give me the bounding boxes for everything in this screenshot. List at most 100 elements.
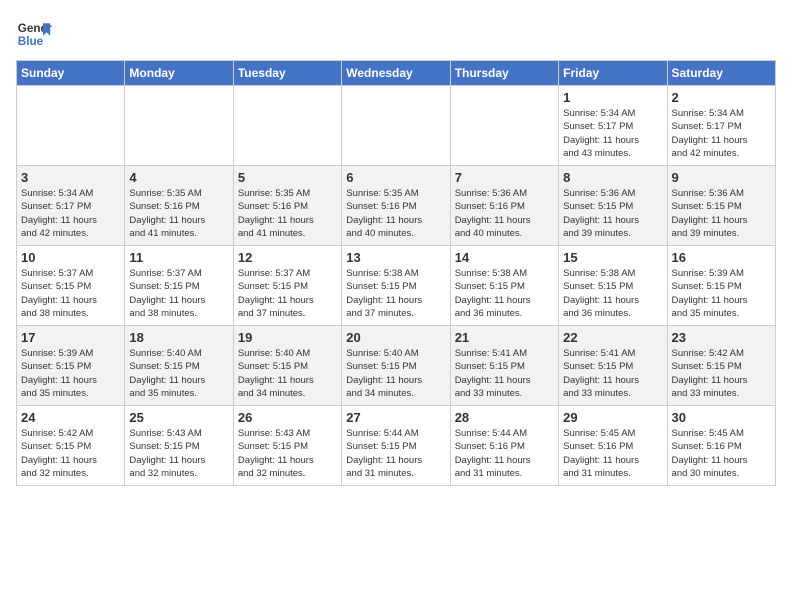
calendar-body: 1 Sunrise: 5:34 AM Sunset: 5:17 PM Daylig… [17, 86, 776, 486]
calendar-table: SundayMondayTuesdayWednesdayThursdayFrid… [16, 60, 776, 486]
day-info: Sunrise: 5:45 AM Sunset: 5:16 PM Dayligh… [563, 427, 662, 480]
day-number: 8 [563, 170, 662, 185]
calendar-day-cell [450, 86, 558, 166]
calendar-day-cell: 13 Sunrise: 5:38 AM Sunset: 5:15 PM Dayli… [342, 246, 450, 326]
day-number: 22 [563, 330, 662, 345]
calendar-day-cell: 16 Sunrise: 5:39 AM Sunset: 5:15 PM Dayli… [667, 246, 775, 326]
calendar-day-cell: 5 Sunrise: 5:35 AM Sunset: 5:16 PM Daylig… [233, 166, 341, 246]
day-number: 23 [672, 330, 771, 345]
day-number: 7 [455, 170, 554, 185]
day-info: Sunrise: 5:35 AM Sunset: 5:16 PM Dayligh… [346, 187, 445, 240]
logo-icon: General Blue [16, 16, 52, 52]
logo: General Blue [16, 16, 52, 52]
day-number: 21 [455, 330, 554, 345]
weekday-header-cell: Tuesday [233, 61, 341, 86]
calendar-day-cell: 12 Sunrise: 5:37 AM Sunset: 5:15 PM Dayli… [233, 246, 341, 326]
calendar-day-cell: 20Sunrise: 5:40 AM Sunset: 5:15 PM Dayli… [342, 326, 450, 406]
day-number: 1 [563, 90, 662, 105]
day-info: Sunrise: 5:35 AM Sunset: 5:16 PM Dayligh… [238, 187, 337, 240]
day-number: 5 [238, 170, 337, 185]
calendar-day-cell: 15 Sunrise: 5:38 AM Sunset: 5:15 PM Dayli… [559, 246, 667, 326]
day-number: 25 [129, 410, 228, 425]
calendar-week-row: 1 Sunrise: 5:34 AM Sunset: 5:17 PM Daylig… [17, 86, 776, 166]
day-info: Sunrise: 5:38 AM Sunset: 5:15 PM Dayligh… [563, 267, 662, 320]
day-info: Sunrise: 5:39 AM Sunset: 5:15 PM Dayligh… [672, 267, 771, 320]
day-info: Sunrise: 5:36 AM Sunset: 5:16 PM Dayligh… [455, 187, 554, 240]
calendar-day-cell: 25 Sunrise: 5:43 AM Sunset: 5:15 PM Dayli… [125, 406, 233, 486]
day-info: Sunrise: 5:40 AM Sunset: 5:15 PM Dayligh… [238, 347, 337, 400]
calendar-day-cell: 14 Sunrise: 5:38 AM Sunset: 5:15 PM Dayli… [450, 246, 558, 326]
day-info: Sunrise: 5:42 AM Sunset: 5:15 PM Dayligh… [21, 427, 120, 480]
day-number: 2 [672, 90, 771, 105]
calendar-week-row: 17 Sunrise: 5:39 AM Sunset: 5:15 PM Dayli… [17, 326, 776, 406]
day-info: Sunrise: 5:37 AM Sunset: 5:15 PM Dayligh… [129, 267, 228, 320]
calendar-day-cell: 10Sunrise: 5:37 AM Sunset: 5:15 PM Dayli… [17, 246, 125, 326]
day-number: 14 [455, 250, 554, 265]
day-info: Sunrise: 5:43 AM Sunset: 5:15 PM Dayligh… [238, 427, 337, 480]
day-info: Sunrise: 5:34 AM Sunset: 5:17 PM Dayligh… [672, 107, 771, 160]
day-number: 24 [21, 410, 120, 425]
calendar-day-cell: 23 Sunrise: 5:42 AM Sunset: 5:15 PM Dayli… [667, 326, 775, 406]
calendar-day-cell: 4 Sunrise: 5:35 AM Sunset: 5:16 PM Daylig… [125, 166, 233, 246]
calendar-day-cell: 17 Sunrise: 5:39 AM Sunset: 5:15 PM Dayli… [17, 326, 125, 406]
day-number: 17 [21, 330, 120, 345]
day-number: 13 [346, 250, 445, 265]
day-info: Sunrise: 5:42 AM Sunset: 5:15 PM Dayligh… [672, 347, 771, 400]
calendar-week-row: 10 Sunrise: 5:37 AM Sunset: 5:15 PM Dayli… [17, 246, 776, 326]
day-info: Sunrise: 5:44 AM Sunset: 5:15 PM Dayligh… [346, 427, 445, 480]
weekday-header-cell: Monday [125, 61, 233, 86]
weekday-header-cell: Sunday [17, 61, 125, 86]
day-info: Sunrise: 5:38 AM Sunset: 5:15 PM Dayligh… [346, 267, 445, 320]
calendar-day-cell: 28 Sunrise: 5:44 AM Sunset: 5:16 PM Dayli… [450, 406, 558, 486]
day-info: Sunrise: 5:39 AM Sunset: 5:15 PM Dayligh… [21, 347, 120, 400]
calendar-day-cell: 9 Sunrise: 5:36 AM Sunset: 5:15 PM Daylig… [667, 166, 775, 246]
calendar-day-cell [342, 86, 450, 166]
day-number: 10 [21, 250, 120, 265]
day-info: Sunrise: 5:35 AM Sunset: 5:16 PM Dayligh… [129, 187, 228, 240]
calendar-day-cell: 7 Sunrise: 5:36 AM Sunset: 5:16 PM Daylig… [450, 166, 558, 246]
weekday-header-cell: Saturday [667, 61, 775, 86]
day-number: 28 [455, 410, 554, 425]
day-number: 12 [238, 250, 337, 265]
calendar-day-cell: 27Sunrise: 5:44 AM Sunset: 5:15 PM Dayli… [342, 406, 450, 486]
day-number: 18 [129, 330, 228, 345]
calendar-day-cell: 8 Sunrise: 5:36 AM Sunset: 5:15 PM Daylig… [559, 166, 667, 246]
day-info: Sunrise: 5:37 AM Sunset: 5:15 PM Dayligh… [238, 267, 337, 320]
calendar-day-cell: 24 Sunrise: 5:42 AM Sunset: 5:15 PM Dayli… [17, 406, 125, 486]
day-number: 6 [346, 170, 445, 185]
day-info: Sunrise: 5:40 AM Sunset: 5:15 PM Dayligh… [129, 347, 228, 400]
svg-text:Blue: Blue [18, 35, 44, 48]
calendar-day-cell: 2 Sunrise: 5:34 AM Sunset: 5:17 PM Daylig… [667, 86, 775, 166]
day-info: Sunrise: 5:36 AM Sunset: 5:15 PM Dayligh… [563, 187, 662, 240]
page-header: General Blue [16, 16, 776, 52]
calendar-day-cell: 30 Sunrise: 5:45 AM Sunset: 5:16 PM Dayli… [667, 406, 775, 486]
weekday-header-cell: Thursday [450, 61, 558, 86]
day-number: 19 [238, 330, 337, 345]
calendar-day-cell: 11Sunrise: 5:37 AM Sunset: 5:15 PM Dayli… [125, 246, 233, 326]
day-number: 30 [672, 410, 771, 425]
day-number: 15 [563, 250, 662, 265]
day-info: Sunrise: 5:41 AM Sunset: 5:15 PM Dayligh… [455, 347, 554, 400]
day-number: 4 [129, 170, 228, 185]
day-info: Sunrise: 5:36 AM Sunset: 5:15 PM Dayligh… [672, 187, 771, 240]
calendar-day-cell: 29Sunrise: 5:45 AM Sunset: 5:16 PM Dayli… [559, 406, 667, 486]
calendar-week-row: 24 Sunrise: 5:42 AM Sunset: 5:15 PM Dayli… [17, 406, 776, 486]
day-info: Sunrise: 5:38 AM Sunset: 5:15 PM Dayligh… [455, 267, 554, 320]
day-number: 16 [672, 250, 771, 265]
day-number: 9 [672, 170, 771, 185]
day-number: 20 [346, 330, 445, 345]
calendar-day-cell: 18 Sunrise: 5:40 AM Sunset: 5:15 PM Dayli… [125, 326, 233, 406]
day-info: Sunrise: 5:45 AM Sunset: 5:16 PM Dayligh… [672, 427, 771, 480]
weekday-header-cell: Wednesday [342, 61, 450, 86]
day-info: Sunrise: 5:43 AM Sunset: 5:15 PM Dayligh… [129, 427, 228, 480]
calendar-day-cell [17, 86, 125, 166]
calendar-day-cell: 3Sunrise: 5:34 AM Sunset: 5:17 PM Daylig… [17, 166, 125, 246]
calendar-day-cell [233, 86, 341, 166]
calendar-day-cell: 1Sunrise: 5:34 AM Sunset: 5:17 PM Daylig… [559, 86, 667, 166]
weekday-header-cell: Friday [559, 61, 667, 86]
calendar-day-cell [125, 86, 233, 166]
day-info: Sunrise: 5:34 AM Sunset: 5:17 PM Dayligh… [21, 187, 120, 240]
calendar-day-cell: 19 Sunrise: 5:40 AM Sunset: 5:15 PM Dayli… [233, 326, 341, 406]
day-info: Sunrise: 5:44 AM Sunset: 5:16 PM Dayligh… [455, 427, 554, 480]
calendar-day-cell: 22Sunrise: 5:41 AM Sunset: 5:15 PM Dayli… [559, 326, 667, 406]
